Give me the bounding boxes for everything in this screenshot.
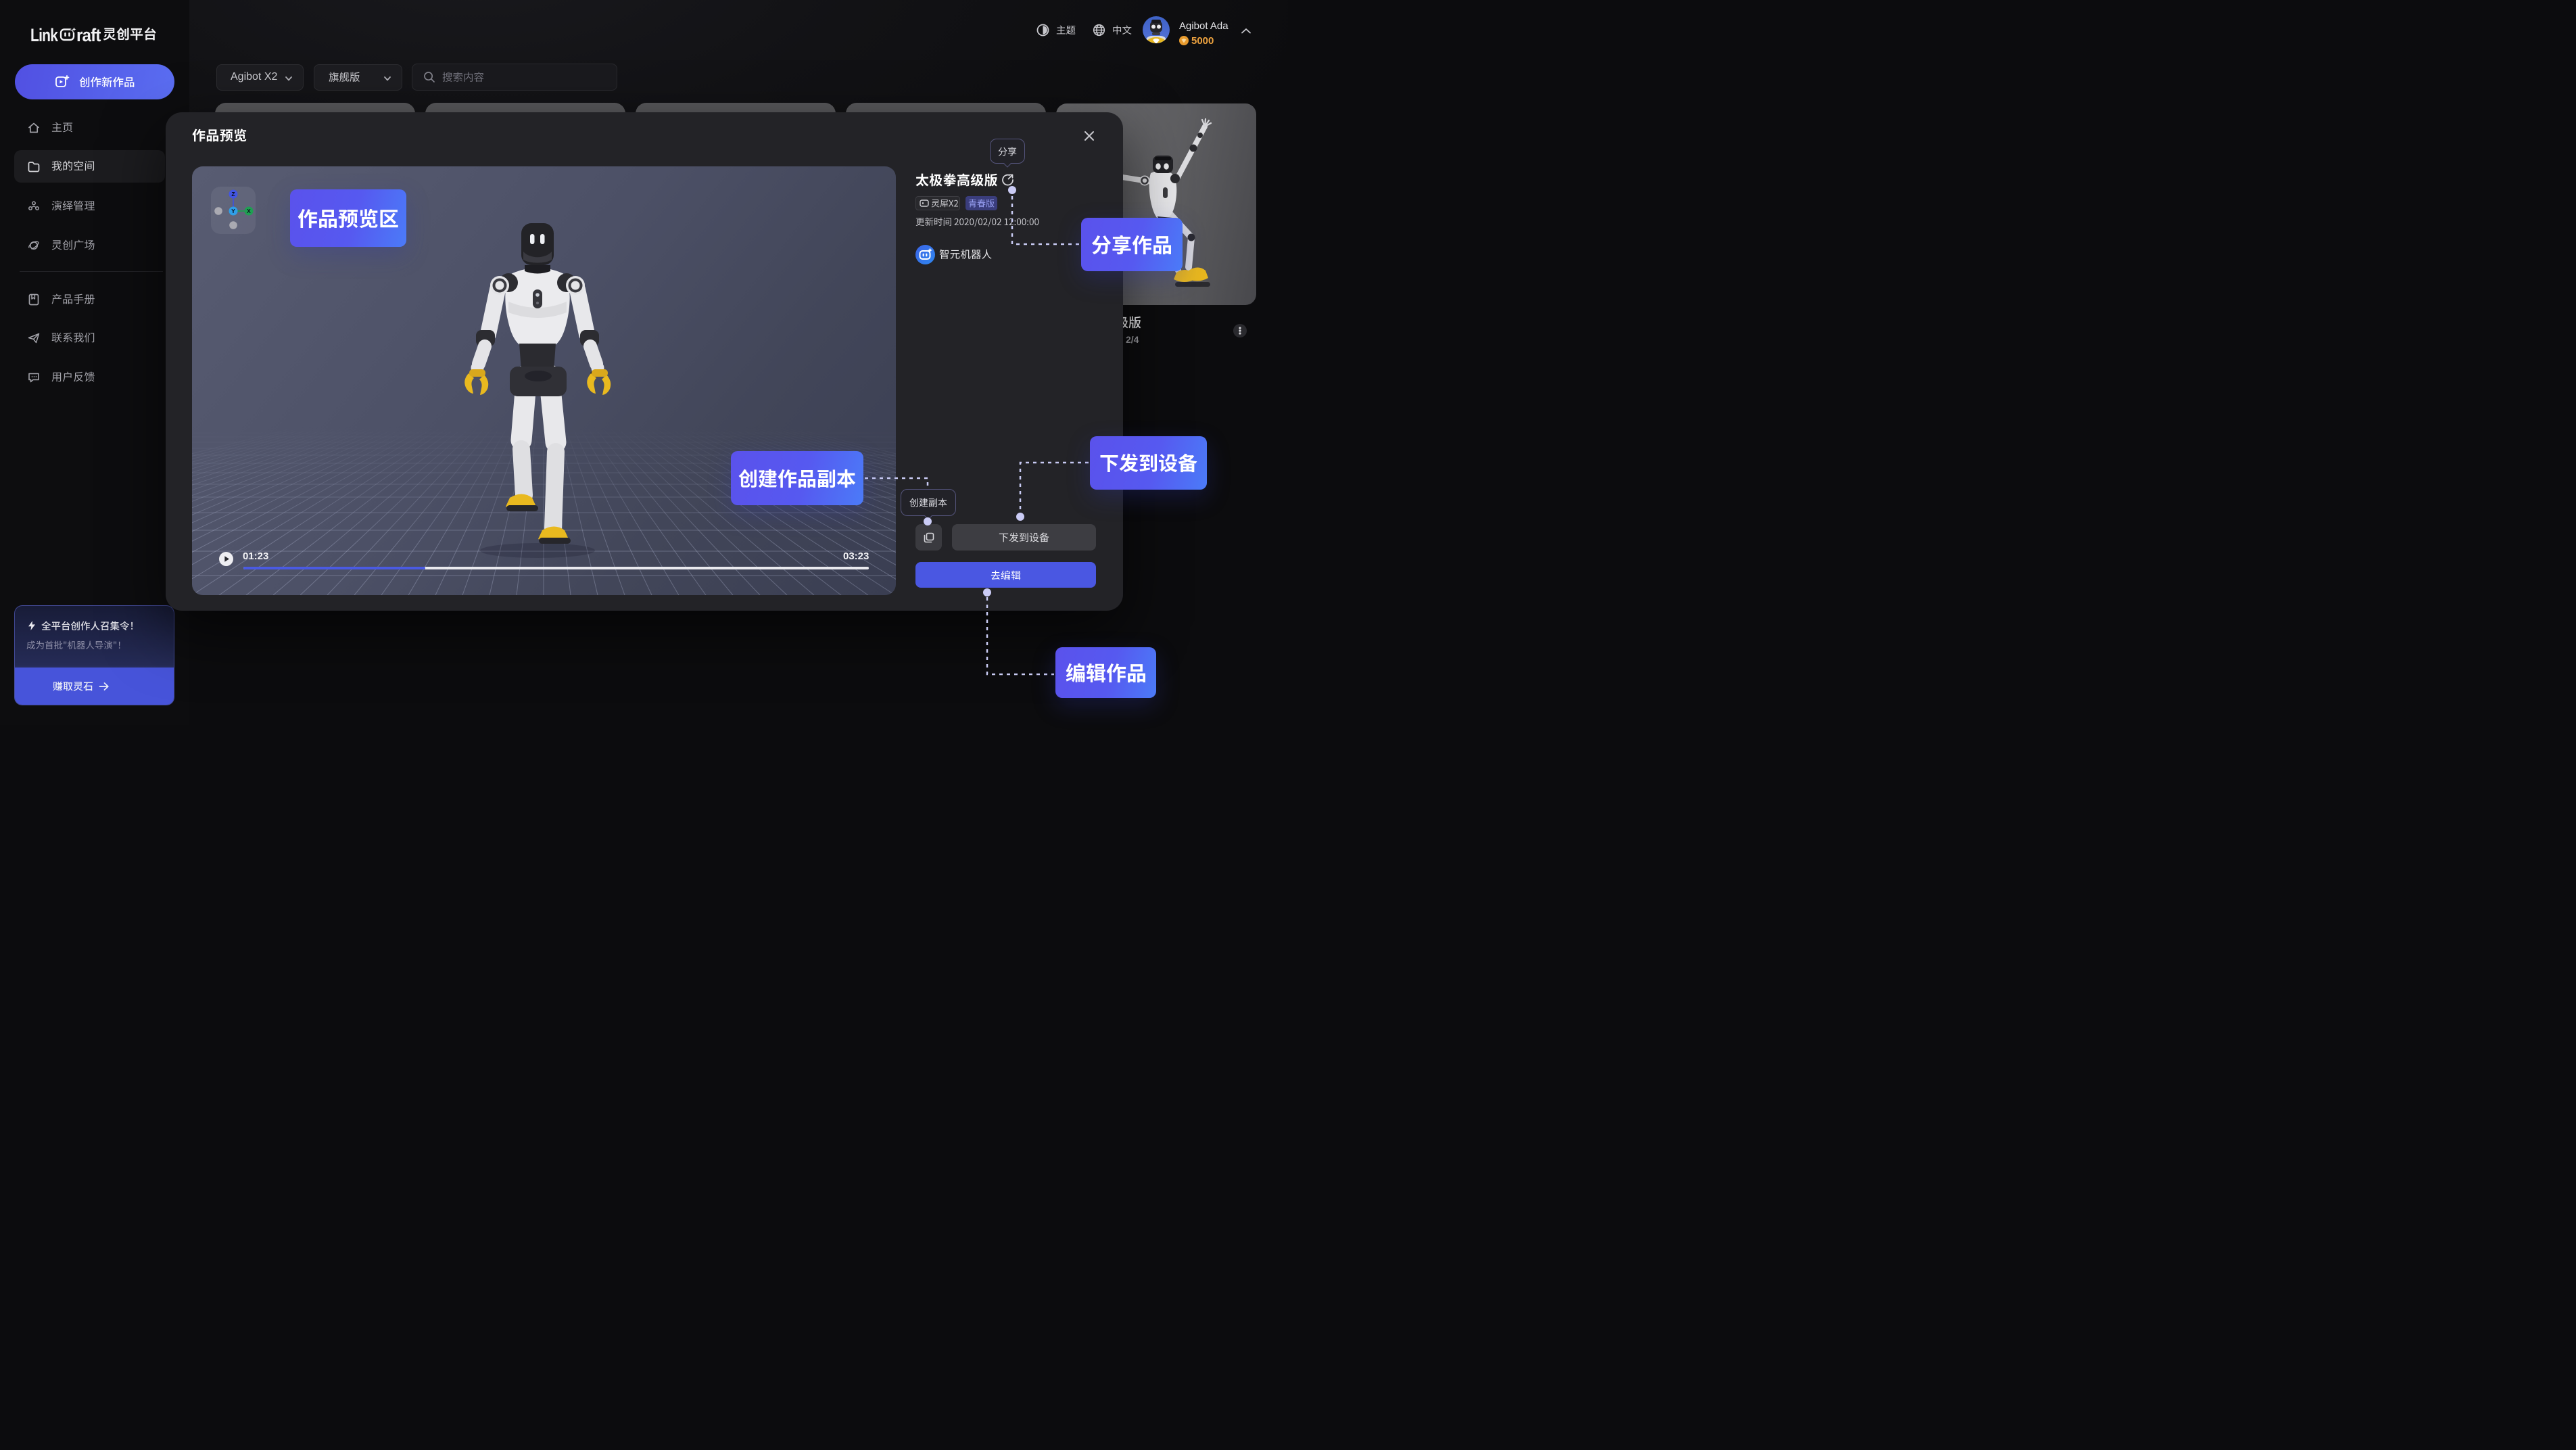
svg-text:X: X — [247, 208, 251, 214]
svg-text:Z: Z — [231, 191, 235, 197]
svg-text:Y: Y — [231, 208, 235, 214]
